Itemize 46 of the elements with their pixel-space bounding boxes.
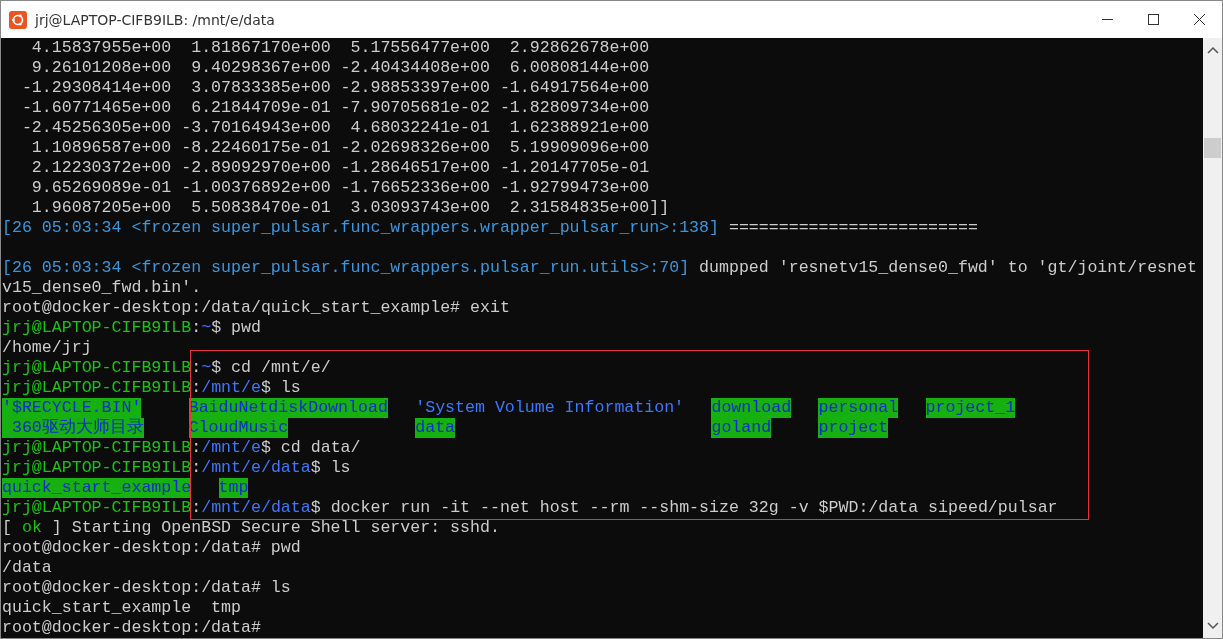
app-icon	[9, 10, 27, 29]
scroll-up-icon[interactable]	[1206, 46, 1219, 54]
terminal-line: v15_dense0_fwd.bin'.	[2, 278, 203, 298]
directory-name: goland	[711, 418, 772, 438]
terminal-line: [26 05:03:34 <frozen super_pulsar.func_wrappers.wrapper_pulsar_run>:138] =========================	[2, 218, 979, 238]
terminal-line: root@docker-desktop:/data# pwd	[2, 538, 302, 558]
terminal-line: root@docker-desktop:/data# ls	[2, 578, 292, 598]
scroll-down-icon[interactable]	[1206, 622, 1219, 630]
directory-name: quick_start_example	[2, 478, 192, 498]
terminal-line: root@docker-desktop:/data/quick_start_example# exit	[2, 298, 511, 318]
window-title: jrj@LAPTOP-CIFB9ILB: /mnt/e/data	[35, 11, 276, 28]
terminal-line: -1.29308414e+00 3.07833385e+00 -2.98853397e+00 -1.64917564e+00	[20, 78, 651, 98]
directory-name: project	[818, 418, 889, 438]
maximize-icon	[1147, 14, 1159, 25]
directory-name: project_1	[925, 398, 1016, 418]
terminal-line: 2.12230372e+00 -2.89092970e+00 -1.28646517e+00 -1.20147705e-01	[30, 158, 651, 178]
terminal-line: 9.26101208e+00 9.40298367e+00 -2.40434408e+00 6.00808144e+00	[30, 58, 651, 78]
terminal-line: -1.60771465e+00 6.21844709e-01 -7.90705681e-02 -1.82809734e+00	[20, 98, 651, 118]
terminal-line: 4.15837955e+00 1.81867170e+00 5.17556477e+00 2.92862678e+00	[30, 38, 651, 58]
terminal-line: jrj@LAPTOP-CIFB9ILB:~$ pwd	[2, 318, 262, 338]
scrollbar-thumb[interactable]	[1204, 138, 1221, 158]
directory-name: download	[711, 398, 792, 418]
directory-name: BaiduNetdiskDownload	[188, 398, 388, 418]
directory-name: '$RECYCLE.BIN'	[2, 398, 142, 418]
terminal-line: jrj@LAPTOP-CIFB9ILB:/mnt/e$ cd data/	[2, 438, 362, 458]
terminal-line: /home/jrj	[2, 338, 93, 358]
terminal-line: -2.45256305e+00 -3.70164943e+00 4.68032241e-01 1.62388921e+00	[20, 118, 651, 138]
close-icon	[1193, 14, 1205, 25]
scrollbar[interactable]	[1203, 38, 1222, 638]
directory-name: personal	[818, 398, 899, 418]
terminal-line: /data	[2, 558, 53, 578]
terminal-line: root@docker-desktop:/data#	[2, 618, 262, 638]
terminal-line: jrj@LAPTOP-CIFB9ILB:/mnt/e$ ls	[2, 378, 302, 398]
terminal-line: 1.96087205e+00 5.50838470e-01 3.03093743e+00 2.31584835e+00]]	[30, 198, 671, 218]
directory-name: tmp	[218, 478, 249, 498]
terminal-line: quick_start_example tmp	[2, 598, 242, 618]
terminal-line: [ ok ] Starting OpenBSD Secure Shell server: sshd.	[2, 518, 501, 538]
terminal-line: jrj@LAPTOP-CIFB9ILB:/mnt/e/data$ docker run -it --net host --rm --shm-size 32g -v $PWD:/data sipeed/pulsar	[2, 498, 1059, 518]
directory-name: 'System Volume Information'	[415, 398, 685, 418]
terminal-line: [26 05:03:34 <frozen super_pulsar.func_wrappers.pulsar_run.utils>:70] dumpped 'resnetv15_dense0_fwd' to 'gt/joint/resnet	[2, 258, 1198, 278]
directory-name: 360驱动大师目录	[2, 418, 144, 438]
terminal-line: jrj@LAPTOP-CIFB9ILB:~$ cd /mnt/e/	[2, 358, 332, 378]
terminal-line: 1.10896587e+00 -8.22460175e-01 -2.02698326e+00 5.19909096e+00	[30, 138, 651, 158]
terminal-line: 9.65269089e-01 -1.00376892e+00 -1.76652336e+00 -1.92799473e+00	[30, 178, 651, 198]
directory-name: data	[415, 418, 456, 438]
terminal-line: jrj@LAPTOP-CIFB9ILB:/mnt/e/data$ ls	[2, 458, 352, 478]
